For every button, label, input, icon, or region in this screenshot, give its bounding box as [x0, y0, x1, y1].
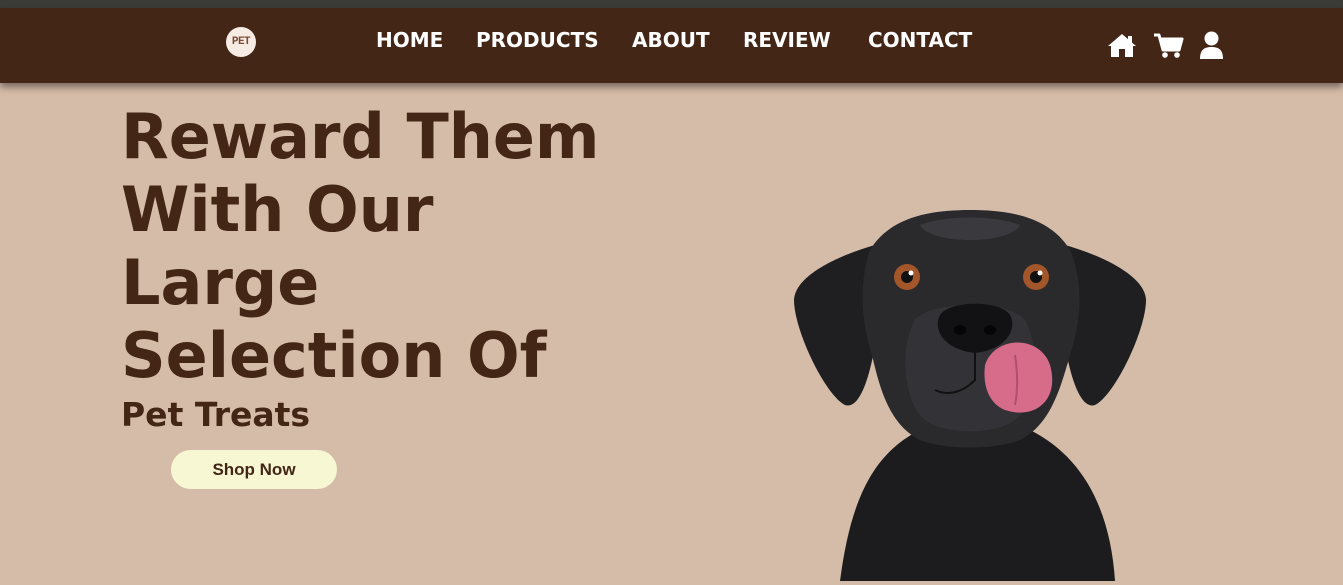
user-icon[interactable]	[1199, 31, 1224, 60]
nav-products[interactable]: PRODUCTS	[476, 28, 599, 52]
nav-links: HOME PRODUCTS ABOUT REVIEW CONTACT	[0, 28, 1343, 52]
hero-title-line: Reward Them	[121, 100, 600, 173]
nav-about[interactable]: ABOUT	[632, 28, 710, 52]
dog-image	[780, 205, 1160, 585]
nav-home[interactable]: HOME	[376, 28, 443, 52]
cart-icon[interactable]	[1153, 32, 1184, 59]
hero-title-line: With Our	[121, 173, 434, 246]
hero-title-line: Large	[121, 246, 320, 319]
navbar: PET HOME PRODUCTS ABOUT REVIEW CONTACT	[0, 8, 1343, 83]
hero-subtitle: Pet Treats	[121, 395, 311, 434]
window-top-strip	[0, 0, 1343, 8]
shop-now-button[interactable]: Shop Now	[171, 450, 337, 489]
hero-title: Reward Them With Our Large Selection Of	[121, 100, 641, 392]
hero-title-line: Selection Of	[121, 319, 547, 392]
home-icon[interactable]	[1107, 32, 1137, 58]
nav-review[interactable]: REVIEW	[743, 28, 831, 52]
nav-contact[interactable]: CONTACT	[868, 28, 972, 52]
